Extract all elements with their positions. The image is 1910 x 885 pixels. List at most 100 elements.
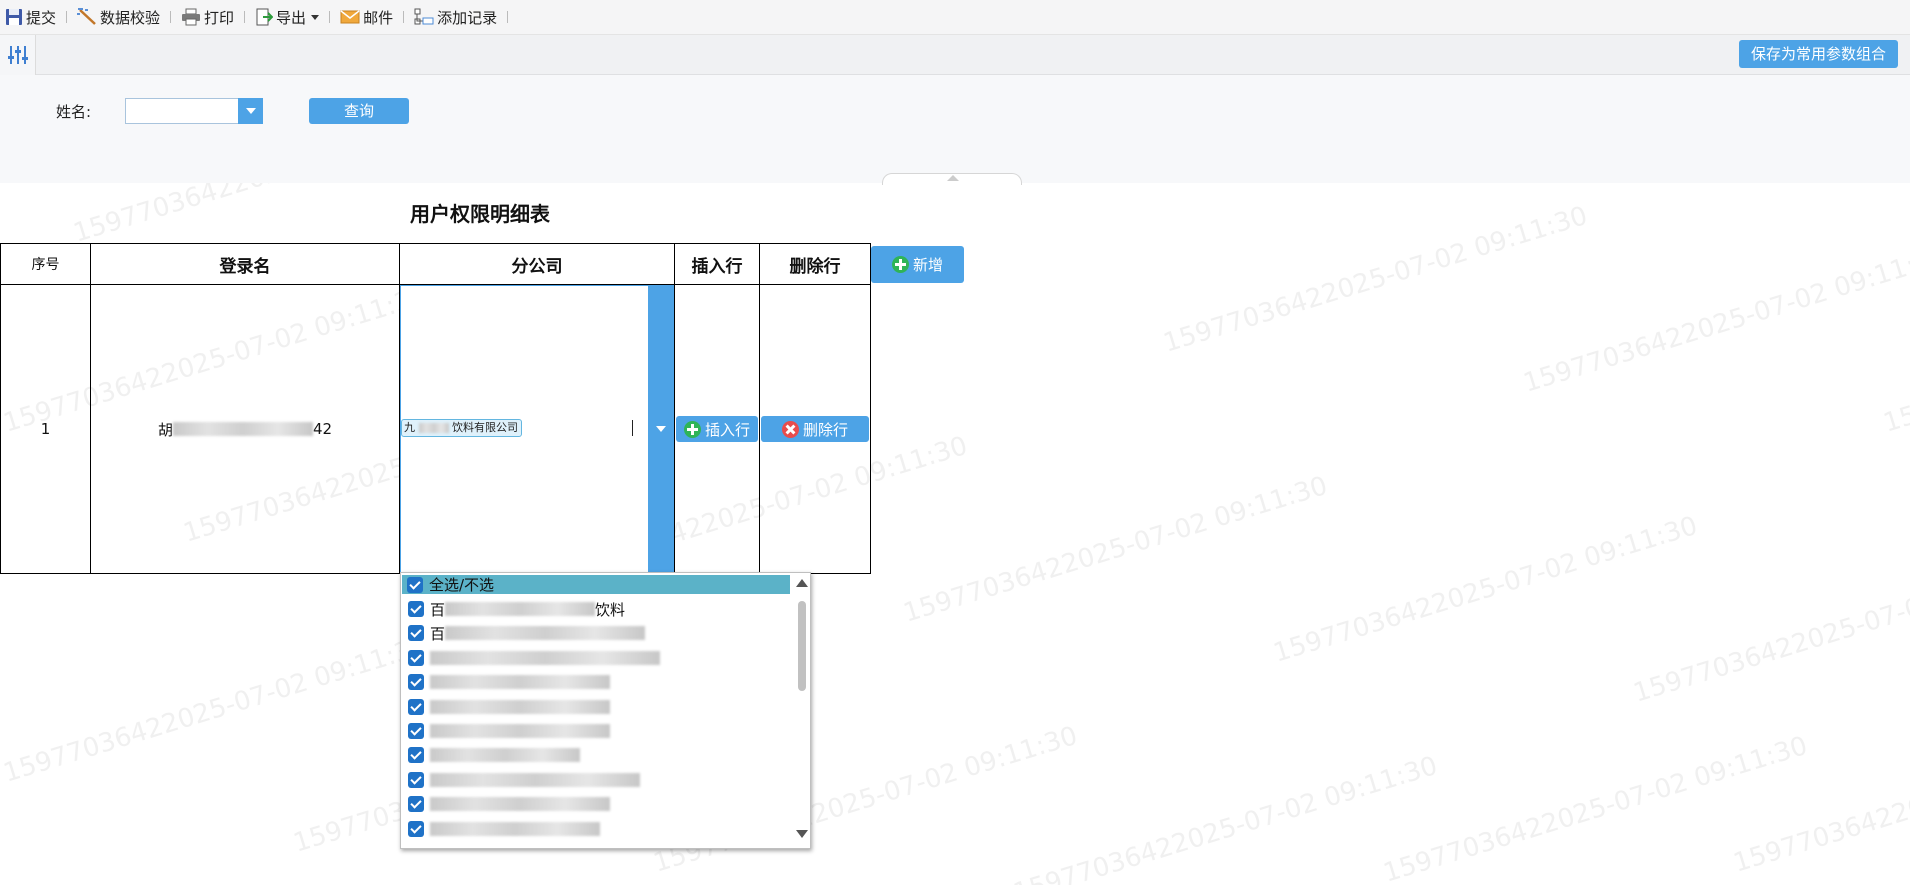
dropdown-option[interactable] <box>403 719 790 743</box>
redacted-text <box>418 423 449 433</box>
toolbar-separator <box>170 11 172 23</box>
checkbox-checked-icon[interactable] <box>408 796 424 813</box>
scroll-down-icon[interactable] <box>796 830 808 838</box>
column-header-seq: 序号 <box>31 257 60 273</box>
table-cell-login: 胡 42 <box>91 285 399 573</box>
save-icon <box>6 9 22 25</box>
dropdown-option[interactable] <box>403 670 790 694</box>
validate-label: 数据校验 <box>100 8 161 27</box>
insert-row-label: 插入行 <box>704 420 750 439</box>
parameter-bar: 保存为常用参数组合 <box>0 35 1910 75</box>
dropdown-option[interactable] <box>403 817 790 841</box>
dropdown-option[interactable] <box>403 768 790 792</box>
login-text-prefix: 胡 <box>157 420 173 439</box>
plus-icon <box>891 256 909 273</box>
watermark-text: 15977036422025-07-02 09:11:30 <box>1270 510 1702 669</box>
branch-chip[interactable]: 九 饮料有限公司 <box>401 419 522 437</box>
magic-wand-icon <box>77 8 96 25</box>
scroll-up-icon[interactable] <box>796 579 808 587</box>
add-record-button[interactable]: 添加记录 <box>411 4 500 30</box>
dropdown-option[interactable] <box>403 695 790 719</box>
grid-line <box>870 243 871 574</box>
dropdown-option[interactable]: 百 <box>403 621 790 645</box>
watermark-text: 15977036422025-07-02 09:11:30 <box>1630 551 1910 709</box>
checkbox-checked-icon[interactable] <box>407 576 423 593</box>
redacted-text <box>430 650 660 665</box>
collapse-panel-toggle[interactable] <box>882 173 1022 185</box>
column-header-login: 登录名 <box>219 256 271 277</box>
checkbox-checked-icon[interactable] <box>408 723 424 739</box>
print-button[interactable]: 打印 <box>178 4 237 30</box>
sliders-icon <box>7 46 28 64</box>
login-text-suffix: 42 <box>312 420 333 438</box>
toolbar-separator <box>329 11 331 23</box>
toolbar: 提交 数据校验 打印 导出 邮件 添加记录 <box>0 0 1910 35</box>
option-text-prefix: 百 <box>430 624 446 643</box>
redacted-text <box>445 626 646 641</box>
redacted-text <box>430 772 640 787</box>
watermark-text: 15977036422025-07-02 09:11:30 <box>1520 240 1910 399</box>
delete-icon <box>781 420 799 438</box>
redacted-text <box>430 724 610 738</box>
delete-row-button[interactable]: 删除行 <box>761 416 869 442</box>
chevron-down-icon[interactable] <box>648 286 673 572</box>
add-record-icon <box>414 8 434 25</box>
select-all-option[interactable]: 全选/不选 <box>402 575 790 594</box>
dropdown-option[interactable] <box>403 792 790 816</box>
checkbox-checked-icon[interactable] <box>408 625 424 642</box>
grid-line <box>759 243 760 574</box>
chevron-down-icon <box>311 14 320 20</box>
insert-row-button[interactable]: 插入行 <box>676 416 758 442</box>
redacted-text <box>445 602 596 616</box>
table-cell-seq: 1 <box>40 420 51 438</box>
report-title: 用户权限明细表 <box>410 202 550 226</box>
printer-icon <box>182 8 201 26</box>
name-select[interactable] <box>125 98 263 124</box>
dropdown-option[interactable]: 百 饮料 <box>403 597 790 621</box>
branch-chip-prefix: 九 <box>404 421 415 434</box>
column-header-delete: 删除行 <box>789 256 841 277</box>
toolbar-separator <box>403 11 405 23</box>
dropdown-scrollbar[interactable] <box>792 573 810 848</box>
parameter-settings-button[interactable] <box>0 35 36 75</box>
validate-button[interactable]: 数据校验 <box>74 4 163 30</box>
dropdown-option[interactable] <box>403 646 790 670</box>
print-label: 打印 <box>204 8 235 27</box>
watermark-text: 15977036422025-07-02 09:11:30 <box>1880 281 1910 439</box>
checkbox-checked-icon[interactable] <box>408 771 424 788</box>
grid-line <box>674 243 675 574</box>
checkbox-checked-icon[interactable] <box>408 698 424 715</box>
dropdown-option[interactable] <box>403 743 790 767</box>
branch-dropdown-list: 全选/不选 百饮料百 <box>400 572 811 849</box>
toolbar-separator <box>507 11 509 23</box>
checkbox-checked-icon[interactable] <box>408 674 424 691</box>
redacted-text <box>430 748 580 763</box>
select-all-label: 全选/不选 <box>429 576 495 594</box>
delete-row-label: 删除行 <box>802 420 848 439</box>
mail-button[interactable]: 邮件 <box>337 4 396 30</box>
branch-multiselect[interactable]: 九 饮料有限公司 <box>400 285 674 573</box>
column-header-insert: 插入行 <box>691 256 743 277</box>
option-text-prefix: 百 <box>430 600 446 619</box>
chevron-down-icon[interactable] <box>238 98 263 124</box>
checkbox-checked-icon[interactable] <box>408 649 424 666</box>
checkbox-checked-icon[interactable] <box>408 820 424 837</box>
export-icon <box>256 8 274 26</box>
redacted-text <box>430 821 600 836</box>
checkbox-checked-icon[interactable] <box>408 747 424 764</box>
redacted-text <box>430 675 610 690</box>
add-row-button[interactable]: 新增 <box>871 246 964 283</box>
toolbar-separator <box>66 11 68 23</box>
envelope-icon <box>340 10 360 24</box>
watermark-text: 15977036422025-07-02 09:11:30 <box>900 470 1332 629</box>
branch-chip-suffix: 饮料有限公司 <box>452 421 518 434</box>
save-param-combo-button[interactable]: 保存为常用参数组合 <box>1738 40 1898 68</box>
scrollbar-thumb[interactable] <box>798 601 806 691</box>
export-button[interactable]: 导出 <box>252 4 322 30</box>
checkbox-checked-icon[interactable] <box>408 601 424 617</box>
plus-icon <box>683 420 701 438</box>
add-row-label: 新增 <box>912 256 943 274</box>
submit-button[interactable]: 提交 <box>2 4 59 30</box>
add-record-label: 添加记录 <box>437 8 498 27</box>
query-button[interactable]: 查询 <box>309 98 409 124</box>
